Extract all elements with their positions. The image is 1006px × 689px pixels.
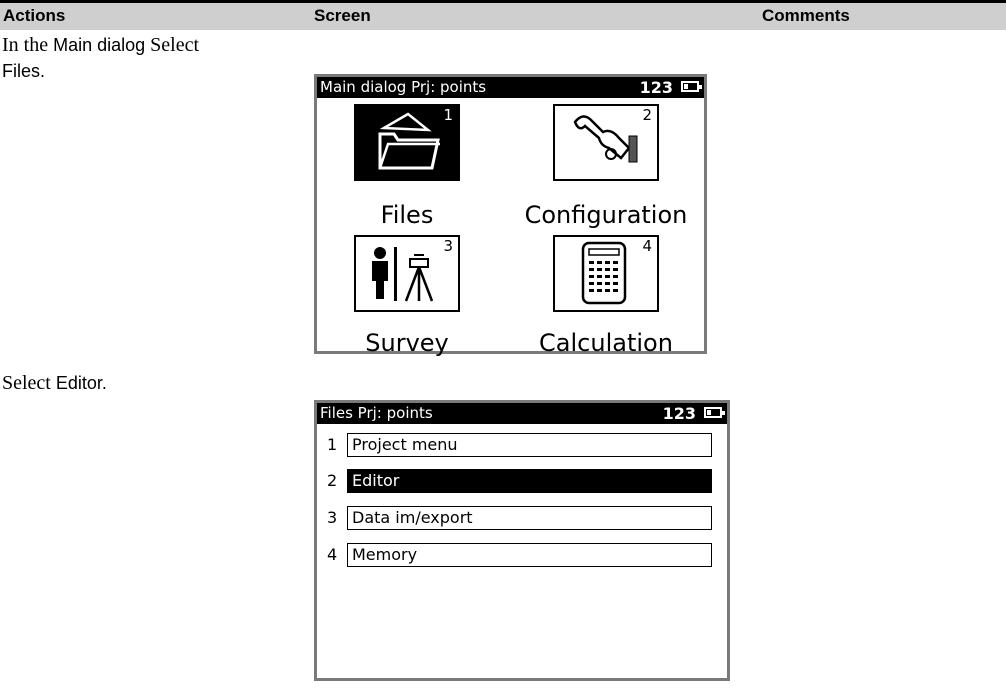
folder-icon — [378, 112, 440, 170]
main-dialog-titlebar: Main dialog Prj: points 123 — [317, 77, 704, 98]
main-dialog-title: Main dialog Prj: points — [320, 78, 487, 96]
step1-instruction: In the Main dialog Select Files. — [2, 32, 199, 84]
files-title: Files Prj: points — [320, 404, 433, 422]
battery-icon — [681, 81, 702, 92]
configuration-icon-tile[interactable]: 2 — [553, 104, 659, 181]
files-titlebar: Files Prj: points 123 — [317, 403, 727, 424]
wrench-hand-icon — [573, 115, 638, 163]
files-term: Files. — [2, 61, 46, 81]
table-header: Actions Screen Comments — [0, 0, 1006, 30]
battery-icon — [704, 407, 725, 418]
survey-label: Survey — [365, 329, 449, 357]
surveyor-tripod-icon — [372, 247, 434, 302]
calculator-icon — [581, 241, 627, 305]
header-actions: Actions — [3, 6, 66, 25]
configuration-label: Configuration — [524, 201, 688, 229]
main-dialog-screen: Main dialog Prj: points 123 1 Files 2 Co… — [314, 74, 707, 357]
status-number: 123 — [662, 404, 696, 423]
files-screen: Files Prj: points 123 1 Project menu 2 E… — [314, 400, 730, 681]
calculation-label: Calculation — [539, 329, 673, 357]
status-number: 123 — [639, 78, 673, 97]
editor-term: Editor. — [55, 373, 107, 393]
header-comments: Comments — [762, 6, 850, 25]
files-icon-tile[interactable]: 1 — [354, 104, 460, 181]
step2-instruction: Select Editor. — [2, 372, 107, 394]
calculation-icon-tile[interactable]: 4 — [553, 235, 659, 312]
survey-icon-tile[interactable]: 3 — [354, 235, 460, 312]
main-dialog-term: Main dialog — [53, 35, 146, 55]
header-screen: Screen — [314, 6, 371, 25]
files-label: Files — [380, 201, 434, 229]
